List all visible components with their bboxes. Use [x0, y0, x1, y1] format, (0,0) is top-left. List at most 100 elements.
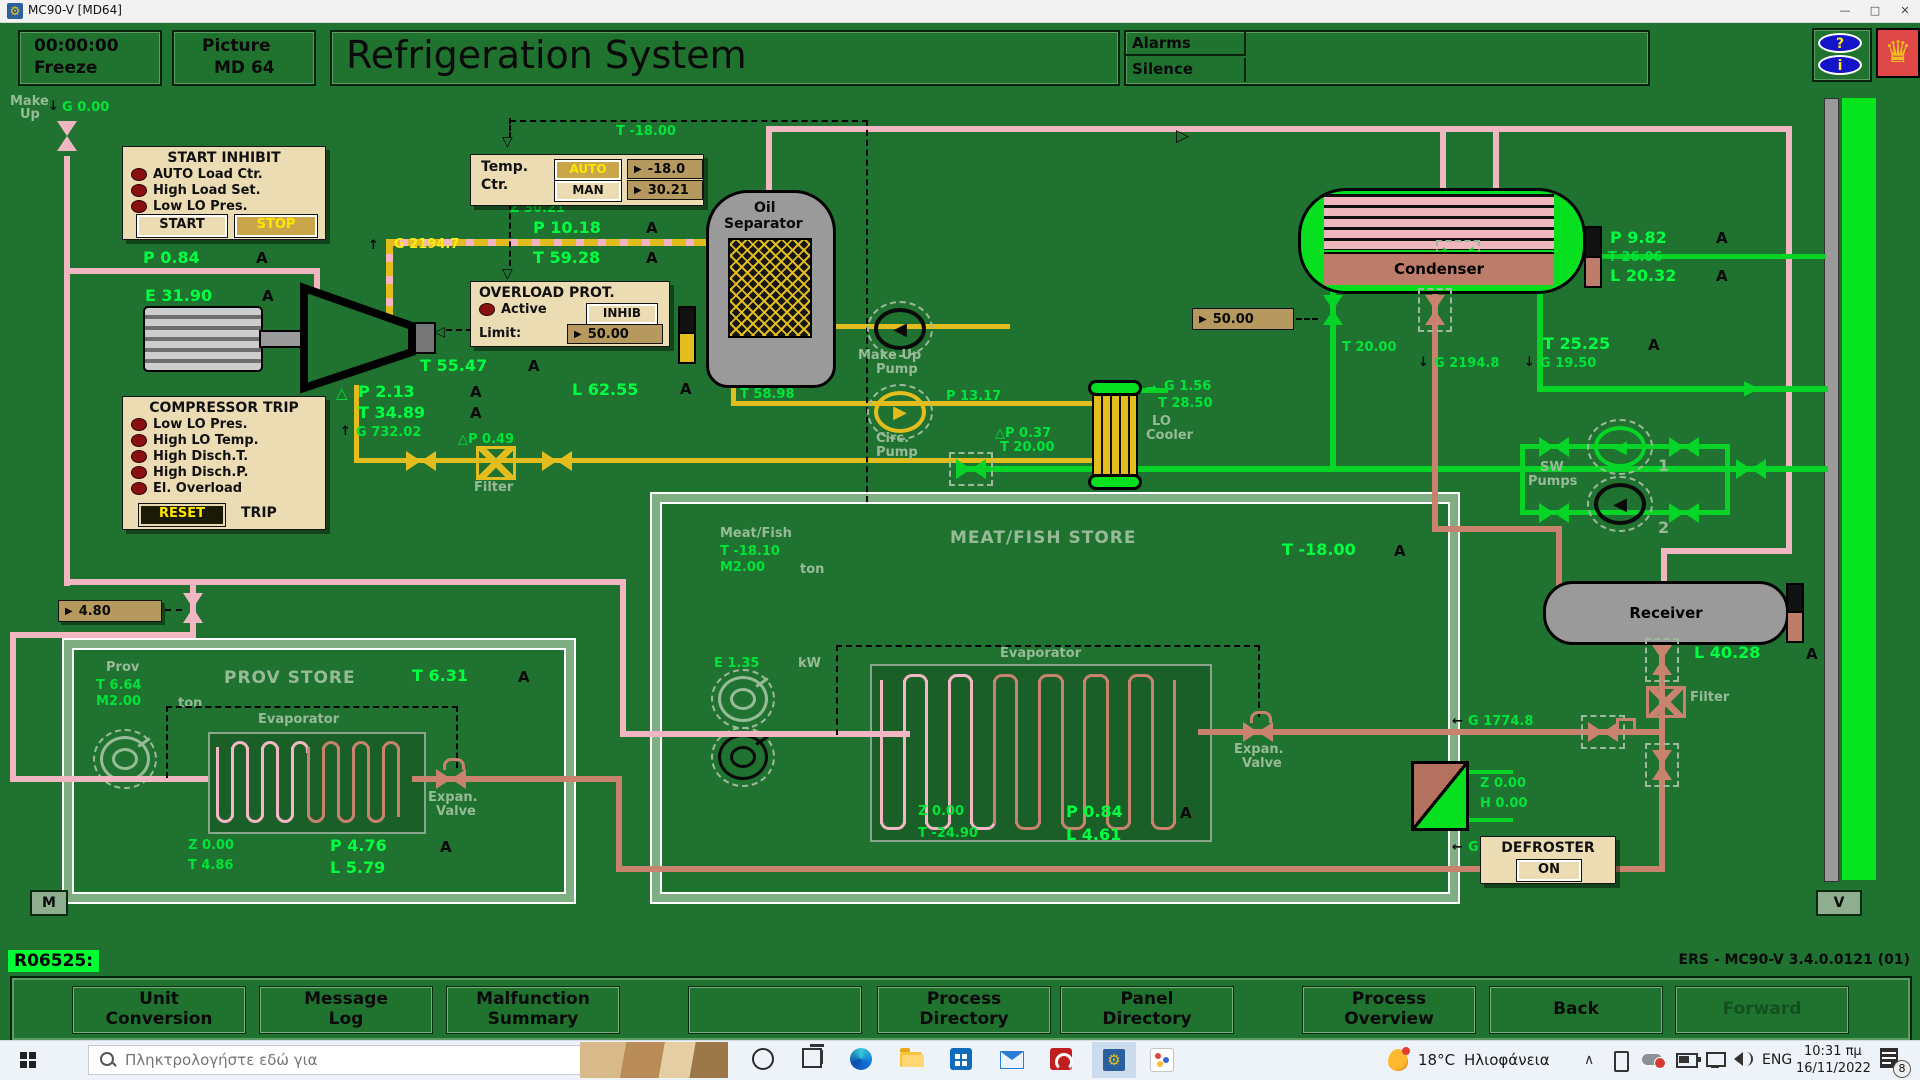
picture-select-button[interactable]: Picture MD 64 — [172, 30, 316, 86]
stop-button[interactable]: STOP — [235, 215, 317, 237]
v-page-button[interactable]: V — [1816, 890, 1862, 916]
m-page-button[interactable]: M — [30, 890, 68, 916]
blank-button[interactable] — [688, 986, 862, 1034]
lo-pressure: P 2.13 — [358, 382, 415, 401]
mc90-taskbar-app-active[interactable]: ⚙ — [1092, 1042, 1136, 1078]
silence-button[interactable]: Silence — [1126, 58, 1246, 82]
message-log-button[interactable]: MessageLog — [259, 986, 433, 1034]
minimize-button[interactable]: — — [1830, 0, 1860, 22]
acrobat-icon[interactable] — [1050, 1048, 1072, 1070]
edge-browser-icon[interactable] — [850, 1048, 872, 1070]
prov-sp-field[interactable]: ▶4.80 — [58, 600, 162, 622]
compressor-motor[interactable] — [143, 306, 263, 372]
panel-directory-button[interactable]: PanelDirectory — [1060, 986, 1234, 1034]
mail-icon[interactable] — [1000, 1051, 1024, 1069]
receiver-outlet-valve[interactable] — [1652, 645, 1672, 675]
search-highlight-image[interactable] — [580, 1042, 728, 1078]
prov-ton-unit: ton — [178, 696, 202, 711]
info-icon[interactable]: i — [1818, 55, 1862, 75]
weather-desc[interactable]: Ηλιοφάνεια — [1464, 1051, 1550, 1069]
start-button[interactable] — [20, 1052, 36, 1068]
meat-expan-valve[interactable] — [1243, 722, 1273, 742]
tag-entry-field[interactable]: R06525: — [8, 950, 99, 972]
sw-main-valve[interactable] — [1736, 459, 1766, 479]
signal-meat-expan — [1258, 645, 1260, 717]
swpump2-in-valve[interactable] — [1539, 503, 1569, 523]
close-button[interactable]: ✕ — [1890, 0, 1920, 22]
battery-icon[interactable] — [1676, 1053, 1698, 1068]
inhib-button[interactable]: INHIB — [587, 304, 657, 324]
temp-setpoint-field[interactable]: ▶-18.0 — [627, 159, 703, 179]
cond-liquid-valve[interactable] — [1425, 295, 1445, 325]
phone-link-icon[interactable] — [1614, 1051, 1629, 1072]
freeze-clock-button[interactable]: 00:00:00 Freeze — [18, 30, 162, 86]
prov-evaporator[interactable] — [208, 732, 426, 834]
ms-store-icon[interactable] — [950, 1048, 972, 1070]
swpump1-in-valve[interactable] — [1539, 437, 1569, 457]
makeup-valve[interactable] — [57, 121, 77, 151]
tray-time[interactable]: 10:31 πμ — [1804, 1044, 1862, 1059]
auto-marker: A — [646, 249, 658, 267]
prov-feed-valve[interactable] — [1652, 750, 1672, 780]
start-button[interactable]: START — [137, 215, 227, 237]
receiver[interactable]: Receiver — [1543, 581, 1789, 645]
lo-valve-1[interactable] — [406, 451, 436, 471]
prov-expan-valve[interactable] — [436, 769, 466, 789]
page-title-box: Refrigeration System — [330, 30, 1120, 86]
maximize-button[interactable]: □ — [1860, 0, 1890, 22]
lo-valve-2[interactable] — [542, 451, 572, 471]
cortana-icon[interactable] — [752, 1048, 774, 1070]
onedrive-cloud-icon[interactable] — [1642, 1054, 1662, 1065]
task-view-icon[interactable] — [802, 1048, 822, 1068]
malfunction-summary-button[interactable]: MalfunctionSummary — [446, 986, 620, 1034]
swpump1-out-valve[interactable] — [1669, 437, 1699, 457]
temp-output-field[interactable]: ▶30.21 — [627, 180, 703, 200]
sw-pump-1[interactable]: ◀ — [1594, 426, 1646, 468]
meat-feed-reg-valve[interactable] — [1588, 722, 1618, 742]
weather-temp[interactable]: 18°C — [1418, 1051, 1455, 1069]
defrost-heater[interactable] — [1411, 761, 1469, 831]
lo-filter[interactable] — [476, 446, 516, 480]
circ-pump[interactable]: ▶ — [874, 391, 926, 433]
swpump2-out-valve[interactable] — [1669, 503, 1699, 523]
defrost-h: H 0.00 — [1480, 796, 1527, 811]
man-mode-button[interactable]: MAN — [555, 181, 621, 201]
lo-cooler-tubes[interactable] — [1092, 394, 1138, 476]
forward-button[interactable]: Forward — [1675, 986, 1849, 1034]
overload-limit-field[interactable]: ▶50.00 — [567, 324, 663, 344]
auto-mode-button[interactable]: AUTO — [555, 160, 621, 180]
alarms-button[interactable]: Alarms — [1126, 32, 1246, 56]
pipe-condenser-stub2 — [1493, 126, 1499, 192]
tray-date[interactable]: 16/11/2022 — [1796, 1061, 1871, 1076]
sw-cond-valve[interactable] — [1323, 295, 1343, 325]
pipe-right-vertical — [1786, 126, 1792, 554]
cond-liquid-flow: G 2194.8 — [1434, 356, 1499, 371]
unit-conversion-button[interactable]: UnitConversion — [72, 986, 246, 1034]
condenser-sp-field[interactable]: ▶50.00 — [1192, 308, 1294, 330]
language-indicator[interactable]: ENG — [1762, 1052, 1792, 1068]
defroster-on-button[interactable]: ON — [1517, 860, 1581, 881]
file-explorer-icon[interactable] — [900, 1052, 922, 1067]
weather-sun-icon[interactable] — [1388, 1049, 1408, 1071]
prov-suction-valve[interactable] — [183, 593, 203, 623]
reset-button[interactable]: RESET — [139, 504, 225, 526]
help-box: ? i — [1812, 28, 1872, 82]
meat-fan-1[interactable] — [718, 676, 768, 722]
pump-arrow-icon: ◀ — [893, 319, 907, 340]
discharge-flow: G 2194.7 — [394, 237, 459, 252]
makeup-pump[interactable]: ◀ — [874, 308, 926, 350]
back-button[interactable]: Back — [1489, 986, 1663, 1034]
sw-lo-temp: T 20.00 — [1000, 440, 1055, 455]
pipe-separator-to-top — [766, 126, 772, 194]
tray-chevron-icon[interactable]: ∧ — [1584, 1052, 1594, 1068]
compressor-symbol[interactable] — [298, 282, 420, 394]
meat-fan-2[interactable] — [718, 734, 768, 780]
liquid-filter[interactable] — [1646, 686, 1686, 718]
process-overview-button[interactable]: ProcessOverview — [1302, 986, 1476, 1034]
process-directory-button[interactable]: ProcessDirectory — [877, 986, 1051, 1034]
network-icon[interactable] — [1706, 1052, 1726, 1067]
sw-pump-2[interactable]: ◀ — [1594, 483, 1646, 525]
help-icon[interactable]: ? — [1818, 33, 1862, 53]
paint-icon[interactable] — [1150, 1048, 1174, 1072]
sw-lo-valve[interactable] — [956, 459, 986, 479]
